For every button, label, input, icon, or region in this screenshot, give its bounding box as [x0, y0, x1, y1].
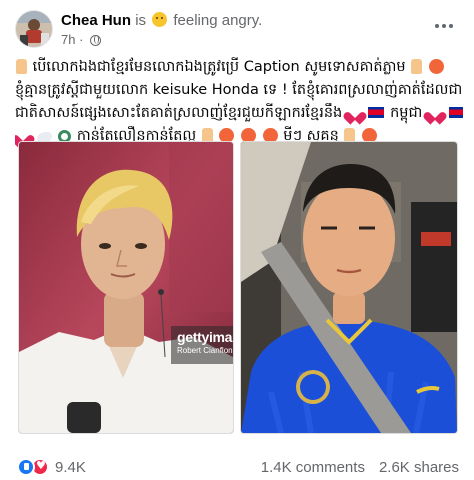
more-options-icon[interactable]	[430, 16, 458, 36]
reaction-summary[interactable]: 9.4K	[17, 458, 86, 476]
engagement-counts: 1.4K comments 2.6K shares	[261, 459, 459, 476]
author-avatar[interactable]	[15, 10, 53, 48]
post-header: Chea Hun is feeling angry. 7h ·	[0, 0, 474, 52]
angry-face-icon	[152, 12, 168, 27]
feeling-label: feeling angry.	[173, 12, 263, 29]
post-text-line-1: បើលោកឯងជាខ្មែរមែនលោកឯងត្រូវប្រើ Caption …	[15, 56, 463, 79]
author-name[interactable]: Chea Hun	[61, 12, 131, 29]
comments-count[interactable]: 1.4K comments	[261, 459, 365, 476]
heart-icon	[348, 107, 362, 120]
reaction-count: 9.4K	[55, 458, 86, 476]
author-line: Chea Hun is feeling angry.	[61, 11, 262, 31]
post-time[interactable]: 7h	[61, 32, 75, 47]
post-text: បើលោកឯងជាខ្មែរមែនលោកឯងត្រូវប្រើ Caption …	[15, 56, 463, 148]
angry-emoji-icon	[428, 59, 444, 74]
post-meta: 7h ·	[61, 32, 102, 48]
post-text-line-3: ជាតិសាសន៍ផ្សេងសោះតែគាត់ស្រលាញ់ខ្មែរជួយកី…	[15, 102, 463, 125]
is-word: is	[135, 12, 147, 29]
photo-left[interactable]: gettyima Robert Cianflone	[18, 141, 234, 434]
globe-icon[interactable]	[90, 35, 102, 46]
post-footer: 9.4K 1.4K comments 2.6K shares	[0, 448, 474, 480]
thumbs-up-icon	[411, 59, 423, 74]
cambodia-flag-icon	[368, 107, 385, 118]
cambodia-flag-icon	[448, 107, 463, 118]
shares-count[interactable]: 2.6K shares	[379, 459, 459, 476]
photo-right[interactable]	[240, 141, 458, 434]
pointing-up-icon	[16, 59, 27, 74]
heart-icon	[428, 107, 442, 120]
watermark-brand: gettyima	[177, 329, 233, 345]
post-text-line-2: ខ្ញុំគ្មានត្រូវស្តីជាមួយលោក keisuke Hond…	[15, 82, 463, 98]
watermark-credit: Robert Cianflone	[177, 346, 234, 355]
like-reaction-icon	[17, 458, 35, 476]
getty-watermark: gettyima Robert Cianflone	[171, 326, 234, 364]
